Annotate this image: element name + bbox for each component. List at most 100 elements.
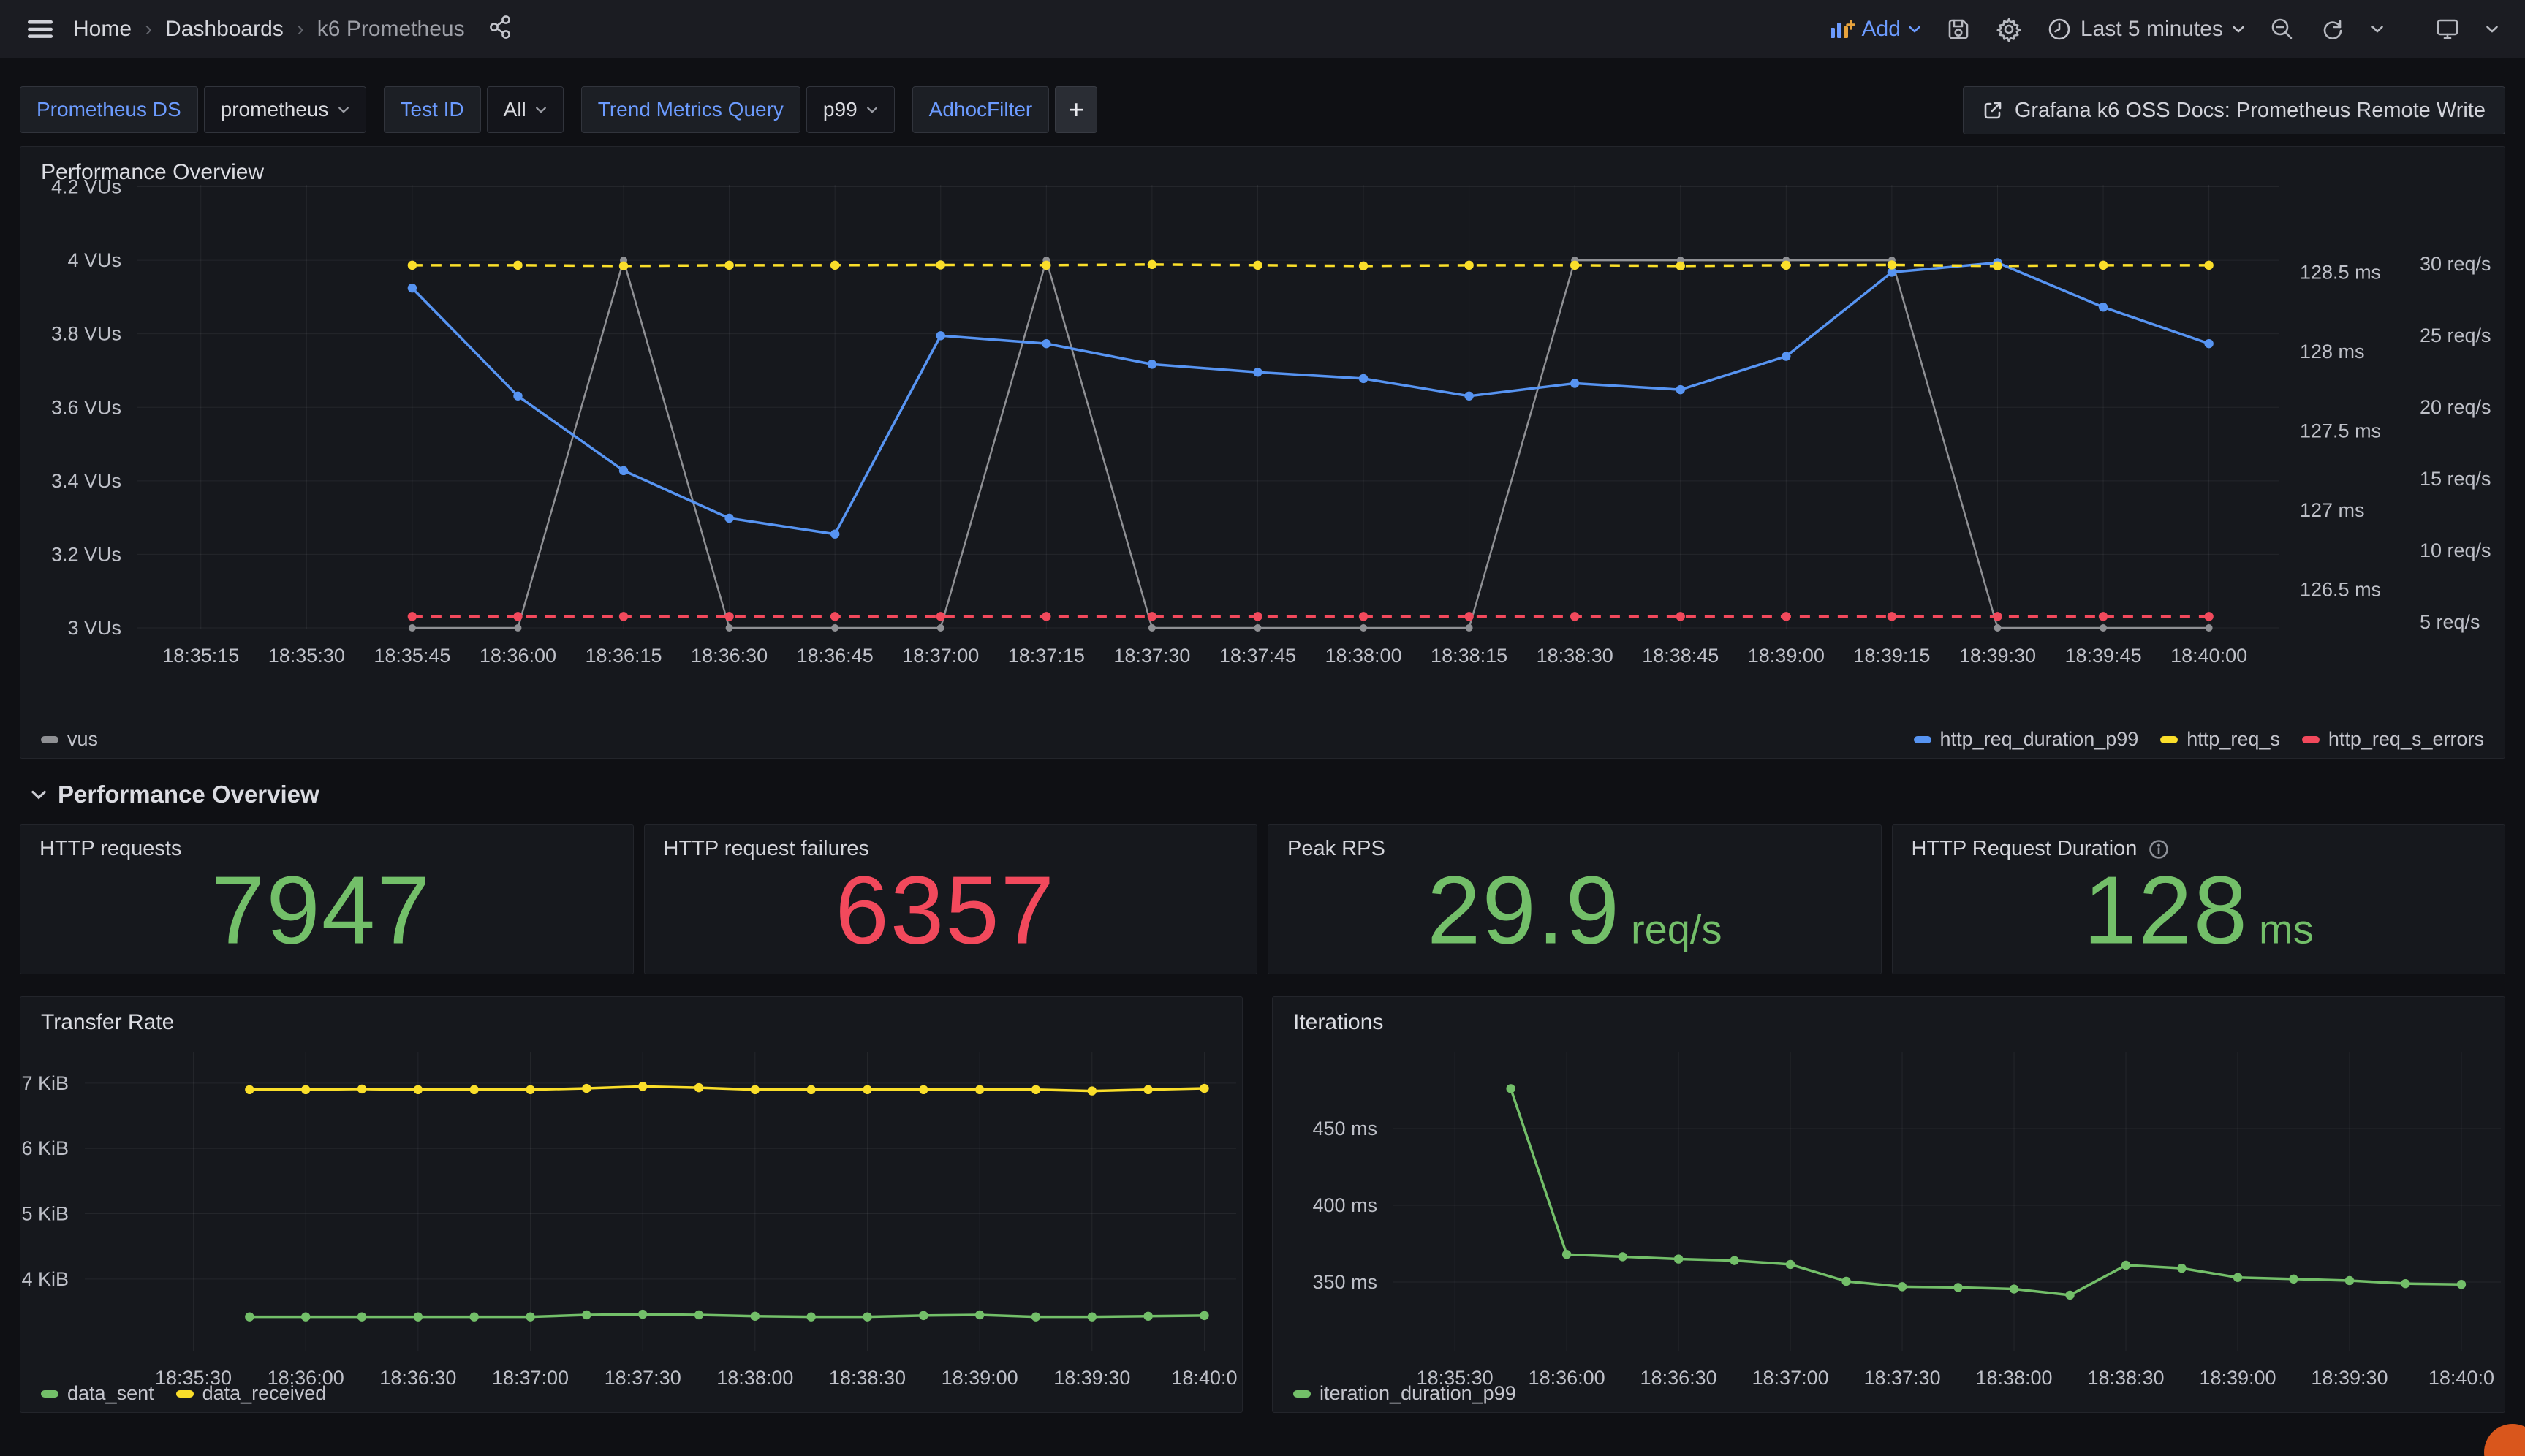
- y-axis-tick-label: 127.5 ms: [2300, 420, 2381, 442]
- kiosk-mode-dropdown[interactable]: [2486, 25, 2499, 34]
- x-axis-tick-label: 18:39:45: [2064, 645, 2141, 667]
- legend-item-vus[interactable]: vus: [41, 728, 98, 751]
- data-point: [1148, 260, 1156, 269]
- transfer-rate-chart[interactable]: 18:35:3018:36:0018:36:3018:37:0018:37:30…: [20, 997, 1243, 1395]
- performance-overview-chart[interactable]: 18:35:1518:35:3018:35:4518:36:0018:36:15…: [20, 147, 2506, 728]
- add-filter-button[interactable]: +: [1055, 86, 1097, 133]
- data-point: [1506, 1084, 1515, 1093]
- chart-legend: iteration_duration_p99: [1293, 1382, 2484, 1405]
- monitor-icon: [2434, 17, 2461, 42]
- docs-link-label: Grafana k6 OSS Docs: Prometheus Remote W…: [2015, 99, 2486, 123]
- chevron-down-icon: [2232, 25, 2245, 34]
- variable-value-trend-metrics-query[interactable]: p99: [806, 86, 895, 133]
- hamburger-menu-icon[interactable]: [26, 18, 54, 40]
- data-point: [414, 1085, 423, 1094]
- variable-value-prometheus-ds[interactable]: prometheus: [204, 86, 366, 133]
- data-point: [1570, 261, 1579, 270]
- panel-performance-overview: Performance Overview 18:35:1518:35:3018:…: [20, 146, 2505, 759]
- y-axis-tick-label: 20 req/s: [2420, 396, 2491, 418]
- add-button[interactable]: Add: [1830, 17, 1921, 42]
- legend-color-marker: [2160, 736, 2178, 743]
- data-point: [806, 1085, 815, 1094]
- data-point: [408, 261, 417, 270]
- chart-legend: data_sent data_received: [41, 1382, 1222, 1405]
- variable-value-test-id[interactable]: All: [487, 86, 564, 133]
- legend-label: data_received: [202, 1382, 327, 1405]
- refresh-button[interactable]: [2320, 17, 2346, 42]
- legend-item-http_req_s_errors[interactable]: http_req_s_errors: [2302, 728, 2484, 751]
- y-axis-tick-label: 15 req/s: [2420, 468, 2491, 490]
- x-axis-tick-label: 18:37:45: [1219, 645, 1296, 667]
- data-point: [1359, 262, 1368, 270]
- docs-link-button[interactable]: Grafana k6 OSS Docs: Prometheus Remote W…: [1963, 86, 2505, 134]
- legend-label: data_sent: [67, 1382, 154, 1405]
- legend-color-marker: [1914, 736, 1931, 743]
- data-point: [408, 284, 417, 292]
- refresh-icon: [2320, 17, 2346, 42]
- data-point: [513, 612, 522, 621]
- stats-row: HTTP requests 7947 HTTP request failures…: [20, 824, 2505, 974]
- breadcrumb: Home › Dashboards › k6 Prometheus: [73, 17, 465, 42]
- stat-value: 29.9 req/s: [1427, 854, 1722, 965]
- panel-title[interactable]: Peak RPS: [1287, 837, 1385, 861]
- variable-label-trend-metrics-query: Trend Metrics Query: [581, 86, 800, 133]
- save-dashboard-button[interactable]: [1946, 17, 1971, 42]
- data-point: [1674, 1254, 1683, 1263]
- data-point: [975, 1085, 984, 1094]
- row-header-http[interactable]: HTTP: [20, 1430, 2505, 1456]
- x-axis-tick-label: 18:36:00: [480, 645, 556, 667]
- panel-title[interactable]: Iterations: [1293, 1010, 1383, 1035]
- panel-title[interactable]: Performance Overview: [41, 160, 264, 185]
- refresh-interval-dropdown[interactable]: [2371, 25, 2384, 34]
- x-axis-tick-label: 18:38:30: [1537, 645, 1613, 667]
- legend-item-http_req_s[interactable]: http_req_s: [2160, 728, 2280, 751]
- data-point: [1031, 1085, 1040, 1094]
- breadcrumb-dashboards[interactable]: Dashboards: [165, 17, 284, 42]
- data-point: [1359, 374, 1368, 383]
- data-point: [2010, 1284, 2018, 1293]
- data-point: [2099, 261, 2108, 270]
- x-axis-tick-label: 18:40:00: [2170, 645, 2247, 667]
- series-http_req_s: [412, 265, 2209, 266]
- data-point: [526, 1312, 534, 1321]
- panel-title[interactable]: HTTP requests: [39, 837, 181, 861]
- save-icon: [1946, 17, 1971, 42]
- data-point: [1676, 385, 1685, 394]
- iterations-chart[interactable]: 18:35:3018:36:0018:36:3018:37:0018:37:30…: [1273, 997, 2506, 1395]
- legend-item-http_req_duration_p99[interactable]: http_req_duration_p99: [1914, 728, 2139, 751]
- dashboard-settings-button[interactable]: [1996, 16, 2022, 42]
- x-axis-tick-label: 18:35:30: [268, 645, 345, 667]
- data-point: [1148, 624, 1156, 632]
- data-point: [1200, 1084, 1208, 1093]
- data-point: [1148, 360, 1156, 368]
- y-axis-tick-label: 400 ms: [1312, 1194, 1377, 1216]
- data-point: [2206, 624, 2213, 632]
- data-point: [936, 260, 945, 269]
- data-point: [582, 1084, 591, 1093]
- clock-icon: [2047, 17, 2072, 42]
- legend-label: http_req_duration_p99: [1940, 728, 2139, 751]
- share-icon[interactable]: [488, 15, 513, 43]
- data-point: [619, 466, 628, 475]
- data-point: [1618, 1252, 1627, 1261]
- data-point: [726, 624, 733, 632]
- x-axis-tick-label: 18:39:30: [1959, 645, 2036, 667]
- breadcrumb-home[interactable]: Home: [73, 17, 132, 42]
- panel-iterations: Iterations 18:35:3018:36:0018:36:3018:37…: [1272, 996, 2505, 1413]
- legend-item-data_received[interactable]: data_received: [176, 1382, 327, 1405]
- data-point: [1143, 1312, 1152, 1321]
- data-point: [514, 624, 521, 632]
- data-point: [830, 261, 839, 270]
- x-axis-tick-label: 18:39:00: [1748, 645, 1825, 667]
- data-point: [806, 1312, 815, 1321]
- row-header-performance-overview[interactable]: Performance Overview: [20, 759, 2505, 824]
- data-point: [751, 1085, 760, 1094]
- legend-item-data_sent[interactable]: data_sent: [41, 1382, 154, 1405]
- data-point: [724, 261, 733, 270]
- tv-mode-button[interactable]: [2434, 17, 2461, 42]
- legend-item-iteration_duration_p99[interactable]: iteration_duration_p99: [1293, 1382, 1516, 1405]
- chevron-down-icon: [338, 106, 349, 114]
- panel-title[interactable]: Transfer Rate: [41, 1010, 174, 1035]
- time-range-picker[interactable]: Last 5 minutes: [2047, 17, 2245, 42]
- zoom-out-time-button[interactable]: [2270, 17, 2295, 42]
